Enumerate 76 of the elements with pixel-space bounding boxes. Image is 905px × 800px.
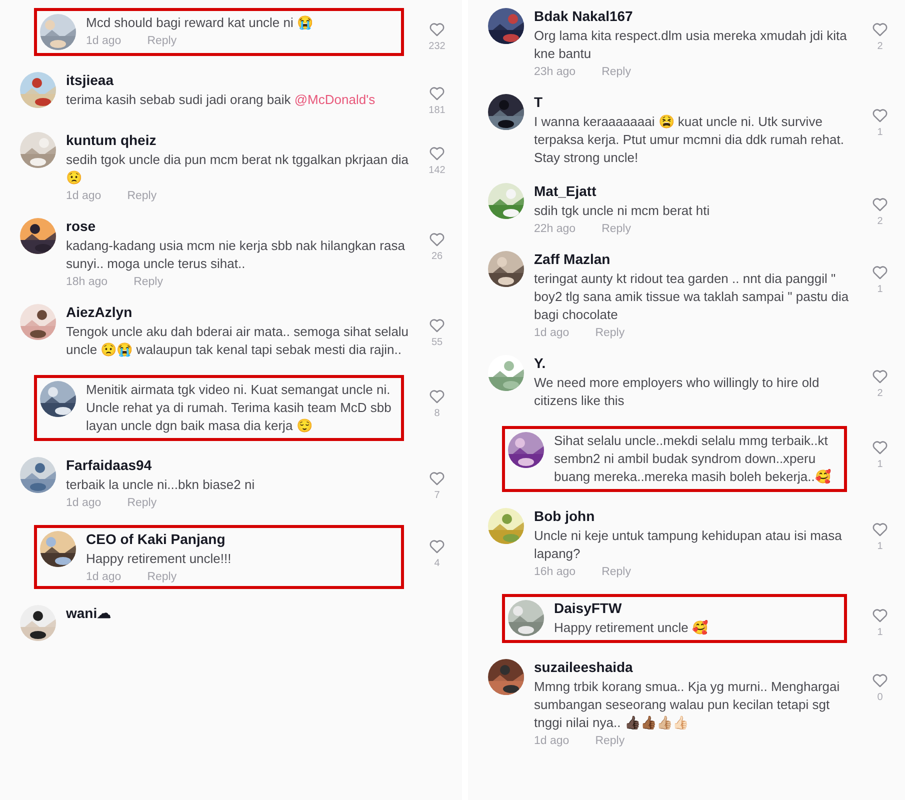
like-count: 1 [877, 459, 883, 470]
username[interactable]: rose [66, 218, 410, 234]
username[interactable]: DaisyFTW [554, 600, 842, 616]
like-count: 1 [877, 541, 883, 552]
like-count: 55 [431, 337, 443, 348]
heart-icon[interactable] [429, 22, 445, 37]
like-count: 232 [428, 41, 446, 52]
username[interactable]: Zaff Mazlan [534, 251, 853, 267]
username[interactable]: Y. [534, 355, 853, 371]
like-count: 26 [431, 251, 443, 262]
username[interactable]: suzaileeshaida [534, 659, 853, 675]
like-count: 0 [877, 692, 883, 703]
timestamp: 1d ago [66, 497, 102, 509]
heart-icon[interactable] [872, 522, 888, 537]
timestamp: 1d ago [534, 327, 570, 339]
heart-icon[interactable] [872, 22, 888, 37]
timestamp: 18h ago [66, 276, 108, 288]
heart-icon[interactable] [872, 440, 888, 455]
comment-text: I wanna keraaaaaaai 😫 kuat uncle ni. Utk survive terpaksa kerja. Ptut umur mcmni dia ddk rumah rehat. Stay strong uncle! [534, 113, 845, 167]
comment-text: Uncle ni keje untuk tampung kehidupan atau isi masa lapang? [534, 527, 843, 563]
heart-icon[interactable] [872, 108, 888, 123]
like-count: 1 [877, 627, 883, 638]
like-count: 8 [434, 408, 440, 419]
heart-icon[interactable] [429, 389, 445, 404]
comment-text: Mmng trbik korang smua.. Kja yg murni.. Menghargai sumbangan seseorang walau pun kecilan tetapi sgt tnggi nilai nya.. 👍🏿👍🏾👍🏼👍🏻 [534, 678, 841, 732]
username[interactable]: AiezAzlyn [66, 304, 410, 320]
heart-icon[interactable] [429, 539, 445, 554]
heart-icon[interactable] [429, 232, 445, 247]
heart-icon[interactable] [872, 608, 888, 623]
comment-text: Sihat selalu uncle..mekdi selalu mmg terbaik..kt sembn2 ni ambil budak syndrom down..xperu buang mereka..mereka masih boleh bekerja..🥰 [554, 432, 832, 486]
username[interactable]: Mat_Ejatt [534, 183, 853, 199]
like-count: 7 [434, 490, 440, 501]
heart-icon[interactable] [872, 673, 888, 688]
timestamp: 1d ago [86, 571, 122, 583]
comment-text: terbaik la uncle ni...bkn biase2 ni [66, 476, 256, 494]
comment-text: We need more employers who willingly to hire old citizens like this [534, 374, 820, 410]
like-count: 2 [877, 216, 883, 227]
username[interactable]: T [534, 94, 853, 110]
timestamp: 1d ago [66, 190, 102, 202]
like-count: 2 [877, 41, 883, 52]
username[interactable]: kuntum qheiz [66, 132, 410, 148]
timestamp: 1d ago [534, 735, 570, 747]
like-count: 181 [428, 105, 446, 116]
like-count: 142 [428, 165, 446, 176]
comment-text: Tengok uncle aku dah bderai air mata.. semoga sihat selalu uncle 😟😭 walaupun tak kenal tapi sebak mesti dia rajin.. [66, 323, 410, 359]
timestamp: 23h ago [534, 66, 576, 78]
heart-icon[interactable] [429, 86, 445, 101]
username[interactable]: itsjieaa [66, 72, 410, 88]
comment-text: kadang-kadang usia mcm nie kerja sbb nak hilangkan rasa sunyi.. moga uncle terus sihat.. [66, 237, 406, 273]
username[interactable]: Bob john [534, 508, 853, 524]
heart-icon[interactable] [872, 369, 888, 384]
heart-icon[interactable] [872, 197, 888, 212]
like-count: 1 [877, 127, 883, 138]
comment-text: sdih tgk uncle ni mcm berat hti [534, 202, 711, 220]
like-count: 2 [877, 388, 883, 399]
timestamp: 16h ago [534, 566, 576, 578]
comment-text: teringat aunty kt ridout tea garden .. nnt dia panggil " boy2 tlg sana amik tissue wa taklah sampai " pastu dia bagi chocolate [534, 270, 850, 324]
heart-icon[interactable] [429, 471, 445, 486]
comment-text: Mcd should bagi reward kat uncle ni 😭 [86, 14, 314, 32]
username[interactable]: CEO of Kaki Panjang [86, 531, 399, 547]
comment-text: Menitik airmata tgk video ni. Kuat semangat uncle ni. Uncle rehat ya di rumah. Terima kasih team McD sbb layan uncle dgn baik masa dia kerja 😌 [86, 381, 392, 435]
comment-text: Org lama kita respect.dlm usia mereka xmudah jdi kita kne bantu [534, 27, 848, 63]
username[interactable]: Farfaidaas94 [66, 457, 410, 473]
heart-icon[interactable] [429, 318, 445, 333]
heart-icon[interactable] [429, 146, 445, 161]
comment-text: terima kasih sebab sudi jadi orang baik @McDonald's [66, 91, 376, 109]
timestamp: 22h ago [534, 223, 576, 235]
like-count: 4 [434, 558, 440, 569]
timestamp: 1d ago [86, 35, 122, 47]
comment-text: sedih tgok uncle dia pun mcm berat nk tggalkan pkrjaan dia😟 [66, 151, 410, 187]
comment-text: Happy retirement uncle!!! [86, 550, 232, 568]
heart-icon[interactable] [872, 265, 888, 280]
comment-text: Happy retirement uncle 🥰 [554, 619, 710, 637]
username[interactable]: Bdak Nakal167 [534, 8, 853, 24]
username[interactable]: wani☁ [66, 605, 410, 621]
like-count: 1 [877, 284, 883, 295]
